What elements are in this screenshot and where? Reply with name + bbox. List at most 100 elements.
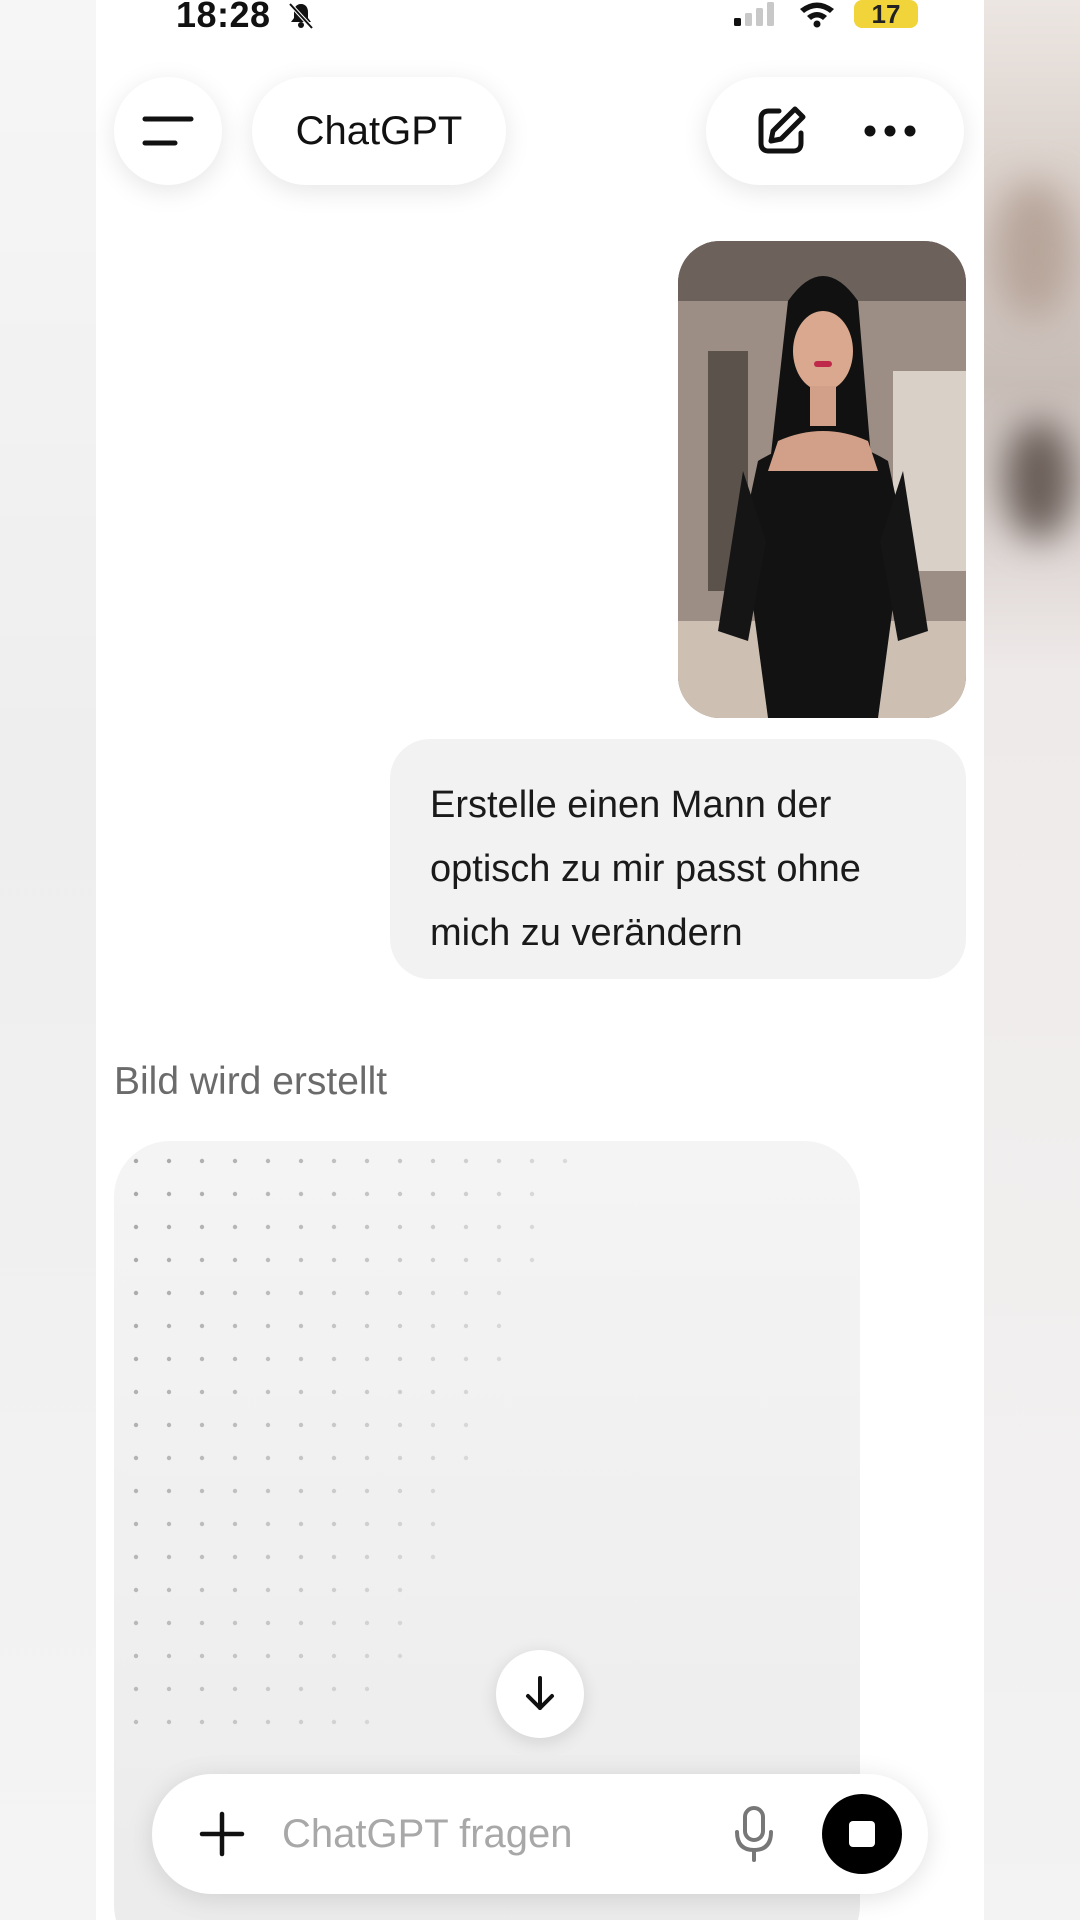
loading-dot xyxy=(463,1158,469,1164)
assistant-status: Bild wird erstellt xyxy=(114,1060,388,1103)
loading-dot xyxy=(133,1422,139,1428)
loading-dot xyxy=(133,1323,139,1329)
loading-dot xyxy=(331,1422,337,1428)
loading-dot xyxy=(397,1422,403,1428)
mic-icon[interactable] xyxy=(732,1804,776,1864)
loading-dot xyxy=(232,1257,238,1263)
loading-dot xyxy=(430,1455,436,1461)
loading-dot xyxy=(265,1554,271,1560)
loading-dot xyxy=(397,1620,403,1626)
loading-dot xyxy=(463,1290,469,1296)
loading-dot xyxy=(397,1158,403,1164)
loading-dot xyxy=(364,1422,370,1428)
background-blur-right xyxy=(984,0,1080,1920)
user-message: Erstelle einen Mann der optisch zu mir p… xyxy=(390,739,966,979)
loading-dot xyxy=(331,1686,337,1692)
photo-illustration xyxy=(678,241,966,718)
more-icon[interactable] xyxy=(862,123,918,139)
loading-dot xyxy=(265,1290,271,1296)
loading-dot xyxy=(166,1158,172,1164)
loading-dot xyxy=(364,1719,370,1725)
loading-dot xyxy=(232,1620,238,1626)
loading-dot xyxy=(463,1455,469,1461)
loading-dot xyxy=(298,1389,304,1395)
loading-dot xyxy=(430,1323,436,1329)
loading-dot xyxy=(331,1224,337,1230)
chat-screen: 18:28 17 ChatGPT Erstelle einen Mann der… xyxy=(96,0,984,1920)
loading-dot xyxy=(199,1422,205,1428)
loading-dot xyxy=(364,1158,370,1164)
loading-dot xyxy=(265,1323,271,1329)
new-chat-icon[interactable] xyxy=(753,103,809,159)
loading-dot xyxy=(166,1455,172,1461)
loading-dot xyxy=(430,1158,436,1164)
stop-icon xyxy=(849,1821,875,1847)
loading-dot xyxy=(133,1554,139,1560)
loading-dot xyxy=(364,1224,370,1230)
loading-dot xyxy=(232,1323,238,1329)
loading-dot xyxy=(430,1422,436,1428)
loading-dot xyxy=(232,1554,238,1560)
loading-dot xyxy=(364,1389,370,1395)
loading-dot xyxy=(364,1686,370,1692)
loading-dot xyxy=(166,1719,172,1725)
signal-icon xyxy=(734,2,774,26)
loading-dot xyxy=(298,1620,304,1626)
loading-dot xyxy=(166,1323,172,1329)
loading-dot xyxy=(265,1719,271,1725)
user-attached-photo[interactable] xyxy=(678,241,966,718)
loading-dot xyxy=(133,1587,139,1593)
plus-icon[interactable] xyxy=(196,1808,248,1860)
loading-dot xyxy=(133,1686,139,1692)
loading-dot xyxy=(199,1620,205,1626)
screen: 18:28 17 ChatGPT Erstelle einen Mann der… xyxy=(0,0,1080,1920)
background-blur-left xyxy=(0,0,96,1920)
arrow-down-icon xyxy=(526,1676,554,1710)
loading-dot xyxy=(331,1620,337,1626)
loading-dot xyxy=(298,1290,304,1296)
loading-dot xyxy=(232,1653,238,1659)
loading-dot xyxy=(232,1158,238,1164)
loading-dot xyxy=(133,1620,139,1626)
model-selector[interactable]: ChatGPT xyxy=(252,77,506,185)
loading-dot xyxy=(265,1389,271,1395)
menu-button[interactable] xyxy=(114,77,222,185)
message-composer xyxy=(152,1774,928,1894)
loading-dot xyxy=(331,1191,337,1197)
loading-dot xyxy=(463,1191,469,1197)
loading-dot xyxy=(364,1257,370,1263)
loading-dot xyxy=(298,1686,304,1692)
loading-dot xyxy=(463,1389,469,1395)
loading-dot xyxy=(397,1323,403,1329)
loading-dot xyxy=(463,1224,469,1230)
loading-dot xyxy=(232,1488,238,1494)
loading-dot xyxy=(496,1224,502,1230)
scroll-down-button[interactable] xyxy=(496,1650,584,1738)
loading-dot xyxy=(298,1224,304,1230)
loading-dot xyxy=(529,1158,535,1164)
loading-dot xyxy=(331,1521,337,1527)
loading-dot xyxy=(298,1653,304,1659)
loading-dot xyxy=(298,1488,304,1494)
loading-dot xyxy=(397,1257,403,1263)
header-actions xyxy=(706,77,964,185)
loading-dot xyxy=(133,1158,139,1164)
battery-indicator: 17 xyxy=(854,0,918,28)
stop-generation-button[interactable] xyxy=(822,1794,902,1874)
loading-dot xyxy=(133,1224,139,1230)
loading-dot xyxy=(265,1653,271,1659)
loading-dot xyxy=(133,1191,139,1197)
loading-dot xyxy=(199,1719,205,1725)
loading-dot xyxy=(496,1290,502,1296)
loading-dot xyxy=(199,1488,205,1494)
loading-dot xyxy=(397,1356,403,1362)
loading-dot xyxy=(166,1587,172,1593)
loading-dot xyxy=(166,1653,172,1659)
loading-dot xyxy=(364,1521,370,1527)
loading-dot xyxy=(364,1191,370,1197)
loading-dot xyxy=(397,1554,403,1560)
loading-dot xyxy=(331,1653,337,1659)
loading-dot xyxy=(265,1521,271,1527)
loading-dot xyxy=(463,1422,469,1428)
chat-input[interactable] xyxy=(282,1804,702,1864)
